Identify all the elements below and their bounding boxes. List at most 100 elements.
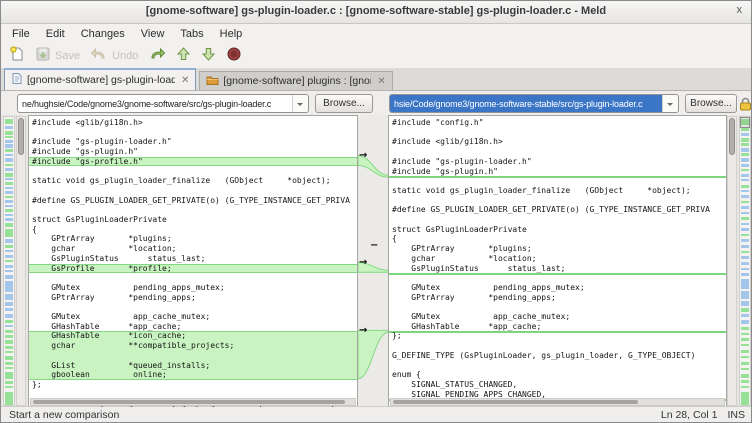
map-change-segment: [741, 239, 749, 242]
map-change-segment: [741, 195, 749, 198]
map-change-segment: [5, 314, 13, 318]
tab-0[interactable]: [gnome-software] gs-plugin-loader.c : [g…: [4, 68, 196, 90]
map-change-segment: [5, 356, 13, 360]
apply-change-right-icon[interactable]: →: [359, 326, 367, 336]
map-change-segment: [741, 133, 749, 136]
map-change-segment: [5, 260, 13, 262]
tab-label: [gnome-software] plugins : [gnome-soft: [223, 75, 371, 87]
right-horizontal-scrollbar[interactable]: [390, 398, 725, 406]
new-button[interactable]: [9, 46, 25, 67]
menu-file[interactable]: File: [4, 26, 38, 42]
map-change-segment: [741, 190, 749, 192]
left-code-text[interactable]: #include <glib/gi18n.h> #include "gs-plu…: [32, 118, 350, 408]
chevron-down-icon[interactable]: [662, 95, 678, 112]
left-horizontal-scrollbar[interactable]: [30, 398, 356, 406]
menu-edit[interactable]: Edit: [38, 26, 73, 42]
window-close-button[interactable]: x: [737, 4, 743, 16]
map-change-segment: [741, 158, 749, 162]
right-code-text[interactable]: #include "config.h" #include <glib/gi18n…: [392, 118, 710, 408]
map-change-segment: [741, 368, 749, 370]
delete-change-icon[interactable]: −: [370, 241, 378, 251]
left-file-combo[interactable]: ne/hughsie/Code/gnome3/gnome-software/sr…: [17, 94, 309, 113]
save-label: Save: [55, 50, 80, 62]
menu-view[interactable]: View: [133, 26, 173, 42]
map-change-segment: [741, 201, 749, 203]
right-code-pane[interactable]: #include "config.h" #include <glib/gi18n…: [388, 115, 727, 408]
map-change-segment: [5, 255, 13, 258]
menu-changes[interactable]: Changes: [73, 26, 133, 42]
file-selector-row: ne/hughsie/Code/gnome3/gnome-software/sr…: [1, 91, 751, 117]
status-bar: Start a new comparison Ln 28, Col 1 INS: [1, 406, 752, 422]
map-change-segment: [5, 346, 13, 349]
right-vertical-scrollbar[interactable]: [727, 116, 737, 406]
scrollbar-thumb[interactable]: [393, 400, 638, 404]
map-change-segment: [5, 205, 13, 207]
left-overview-map[interactable]: [3, 116, 15, 406]
map-change-segment: [5, 223, 13, 227]
input-mode-indicator: INS: [727, 409, 745, 421]
scrollbar-thumb[interactable]: [33, 400, 345, 404]
map-change-segment: [5, 158, 13, 162]
lock-icon: [739, 97, 752, 111]
prev-change-button[interactable]: [176, 46, 191, 67]
map-change-segment: [741, 308, 749, 312]
map-change-segment: [741, 338, 749, 341]
map-change-segment: [5, 245, 13, 248]
map-change-segment: [741, 273, 749, 276]
map-change-segment: [5, 367, 13, 369]
left-file-path: ne/hughsie/Code/gnome3/gnome-software/sr…: [18, 95, 292, 112]
map-change-segment: [5, 320, 13, 323]
left-code-pane[interactable]: #include <glib/gi18n.h> #include "gs-plu…: [28, 115, 358, 408]
right-browse-button[interactable]: Browse...: [685, 94, 737, 113]
tab-close-icon[interactable]: ✕: [181, 75, 189, 86]
scrollbar-thumb[interactable]: [18, 118, 24, 155]
new-document-icon: [9, 46, 25, 67]
map-change-segment: [741, 386, 749, 388]
apply-change-right-icon[interactable]: →: [359, 258, 367, 268]
map-change-segment: [5, 281, 13, 292]
map-change-segment: [5, 187, 13, 189]
stop-icon: [226, 46, 242, 67]
redo-button[interactable]: [148, 46, 166, 67]
stop-button[interactable]: [226, 46, 242, 67]
map-change-segment: [5, 149, 13, 152]
map-change-segment: [5, 362, 13, 365]
map-change-segment: [741, 362, 749, 365]
map-change-segment: [5, 270, 13, 272]
map-change-segment: [741, 333, 749, 335]
apply-change-right-icon[interactable]: →: [359, 151, 367, 161]
chevron-down-icon[interactable]: [292, 95, 308, 112]
map-change-segment: [5, 200, 13, 203]
right-file-combo[interactable]: hsie/Code/gnome3/gnome-software-stable/s…: [389, 94, 679, 113]
left-vertical-scrollbar[interactable]: [16, 116, 26, 406]
left-browse-button[interactable]: Browse...: [315, 94, 373, 113]
map-viewport-indicator[interactable]: [740, 117, 750, 128]
map-change-segment: [741, 164, 749, 167]
map-change-segment: [741, 179, 749, 181]
tab-1[interactable]: [gnome-software] plugins : [gnome-soft ✕: [199, 71, 392, 90]
menu-tabs[interactable]: Tabs: [172, 26, 211, 42]
map-change-segment: [5, 209, 13, 212]
arrow-down-icon: [201, 46, 216, 67]
map-change-segment: [741, 350, 749, 353]
map-change-segment: [741, 169, 749, 171]
save-button: Save: [35, 46, 80, 67]
map-change-segment: [5, 218, 13, 221]
map-change-segment: [741, 138, 749, 142]
map-change-segment: [741, 256, 749, 259]
tab-label: [gnome-software] gs-plugin-loader.c : [g: [27, 74, 175, 86]
map-change-segment: [741, 392, 749, 405]
scrollbar-thumb[interactable]: [729, 118, 735, 155]
map-change-segment: [741, 279, 749, 289]
map-change-segment: [5, 136, 13, 138]
map-change-segment: [5, 330, 13, 333]
menu-help[interactable]: Help: [212, 26, 251, 42]
map-change-segment: [741, 223, 749, 225]
tab-close-icon[interactable]: ✕: [377, 76, 385, 87]
map-change-segment: [5, 302, 13, 306]
map-change-segment: [5, 308, 13, 311]
map-change-segment: [5, 168, 13, 171]
meld-window: [gnome-software] gs-plugin-loader.c : [g…: [0, 0, 752, 423]
right-overview-map[interactable]: [739, 116, 751, 406]
next-change-button[interactable]: [201, 46, 216, 67]
